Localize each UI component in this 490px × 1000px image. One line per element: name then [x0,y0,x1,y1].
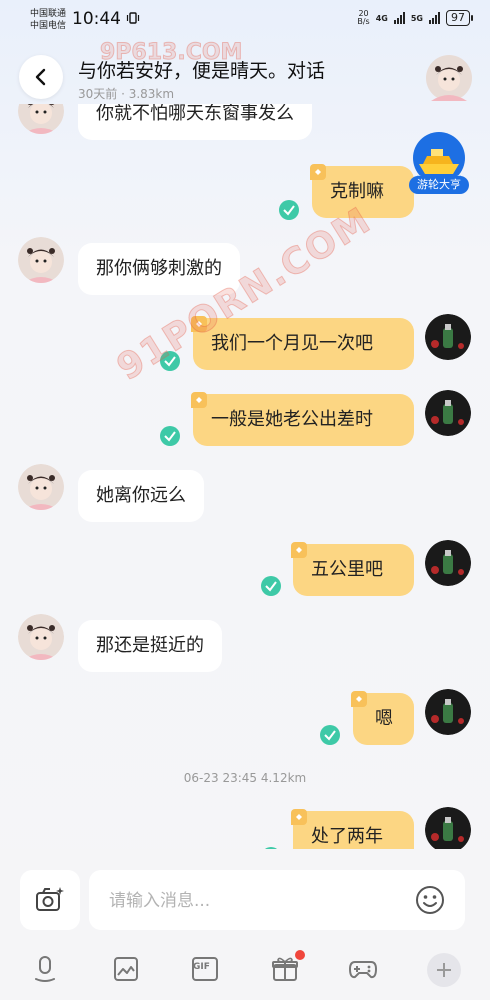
avatar-image [425,807,471,849]
read-check-icon [160,426,180,446]
speed-unit: B/s [357,17,370,26]
plus-icon [437,963,451,977]
network-speed: 20 B/s [357,10,369,26]
avatar-image [425,689,471,735]
signal-icon [429,12,440,24]
message-bubble[interactable]: 嗯 [351,691,414,745]
read-check-icon [261,576,281,596]
camera-button[interactable] [20,870,80,930]
message-bubble[interactable]: 她离你远么 [78,470,204,522]
carrier-info: 中国联通 中国电信 [30,8,66,32]
message-bubble[interactable]: 那还是挺近的 [78,620,222,672]
message-text: 我们一个月见一次吧 [211,333,373,354]
gif-button[interactable]: GIF [189,953,221,985]
bubble-tag-icon [191,392,207,408]
gif-label: GIF [193,962,210,972]
read-check-icon [279,200,299,220]
self-avatar[interactable] [425,807,471,849]
contact-avatar[interactable] [18,614,64,660]
message-timestamp: 06-23 23:45 4.12km [183,771,307,785]
contact-avatar[interactable] [18,104,64,134]
more-button[interactable] [427,953,461,987]
status-bar: 中国联通 中国电信 10:44 20 B/s 4G 5G 97 [0,0,490,40]
image-button[interactable] [110,953,142,985]
bubble-tag-icon [291,809,307,825]
emoji-icon[interactable] [415,885,445,915]
chevron-left-icon [35,68,46,86]
bubble-tag-icon [310,164,326,180]
status-right: 20 B/s 4G 5G 97 [357,10,473,26]
message-input[interactable] [107,870,401,932]
composer-toolbar: GIF [0,949,490,989]
avatar-image [425,390,471,436]
avatar-image [18,104,64,134]
avatar-image [426,55,472,101]
carrier-2: 中国电信 [30,21,67,31]
status-time: 10:44 [72,9,140,29]
image-icon [114,957,138,981]
bubble-tag-icon [351,691,367,707]
bubble-tag-icon [291,542,307,558]
avatar-image [425,314,471,360]
clock-text: 10:44 [72,9,121,29]
gift-badge-label: 游轮大亨 [409,176,469,194]
signal-icon [393,12,405,24]
gift-badge[interactable]: 游轮大亨 [409,132,469,202]
contact-avatar[interactable] [18,464,64,510]
avatar-image [425,540,471,586]
message-bubble[interactable]: 五公里吧 [291,542,414,596]
contact-avatar[interactable] [18,237,64,283]
battery-level: 97 [451,11,465,24]
contact-avatar[interactable] [426,55,472,101]
self-avatar[interactable] [425,314,471,360]
chat-message-list[interactable]: 你就不怕哪天东窗事发么 克制嘛 游轮大亨 那你俩够刺激的 我们一个月见一次吧 一… [0,104,490,849]
read-check-icon [320,725,340,745]
vibrate-icon [127,12,140,24]
network-type-1: 4G [375,13,388,23]
message-text: 五公里吧 [311,559,383,580]
gift-icon [272,957,298,981]
voice-button[interactable] [29,953,61,985]
message-text: 嗯 [375,708,393,729]
message-bubble[interactable]: 你就不怕哪天东窗事发么 [78,104,312,140]
back-button[interactable] [19,55,63,99]
contact-meta: 30天前 · 3.83km [78,87,175,101]
chat-header: 与你若安好，便是晴天。对话 30天前 · 3.83km [0,45,490,105]
game-button[interactable] [347,953,379,985]
self-avatar[interactable] [425,540,471,586]
self-avatar[interactable] [425,390,471,436]
gift-button[interactable] [269,950,305,985]
avatar-image [18,237,64,283]
camera-icon [36,887,64,911]
bubble-tag-icon [191,316,207,332]
message-text: 克制嘛 [330,181,384,202]
avatar-image [18,464,64,510]
read-check-icon [160,351,180,371]
message-bubble[interactable]: 我们一个月见一次吧 [191,316,414,370]
composer: GIF [0,849,490,1000]
message-text: 一般是她老公出差时 [211,409,373,430]
avatar-image [18,614,64,660]
battery-icon: 97 [446,10,473,26]
message-bubble[interactable]: 那你俩够刺激的 [78,243,240,295]
carrier-1: 中国联通 [30,9,67,19]
self-avatar[interactable] [425,689,471,735]
network-type-2: 5G [410,13,423,23]
notification-dot [295,950,305,960]
message-bubble[interactable]: 克制嘛 [310,164,414,218]
message-text: 处了两年 [311,826,383,847]
watermark-text-small: 9P613.COM [99,40,243,66]
message-bubble[interactable]: 处了两年 [291,809,414,849]
gamepad-icon [348,961,378,979]
microphone-icon [35,956,55,982]
message-input-box[interactable] [89,870,465,932]
message-bubble[interactable]: 一般是她老公出差时 [191,392,414,446]
